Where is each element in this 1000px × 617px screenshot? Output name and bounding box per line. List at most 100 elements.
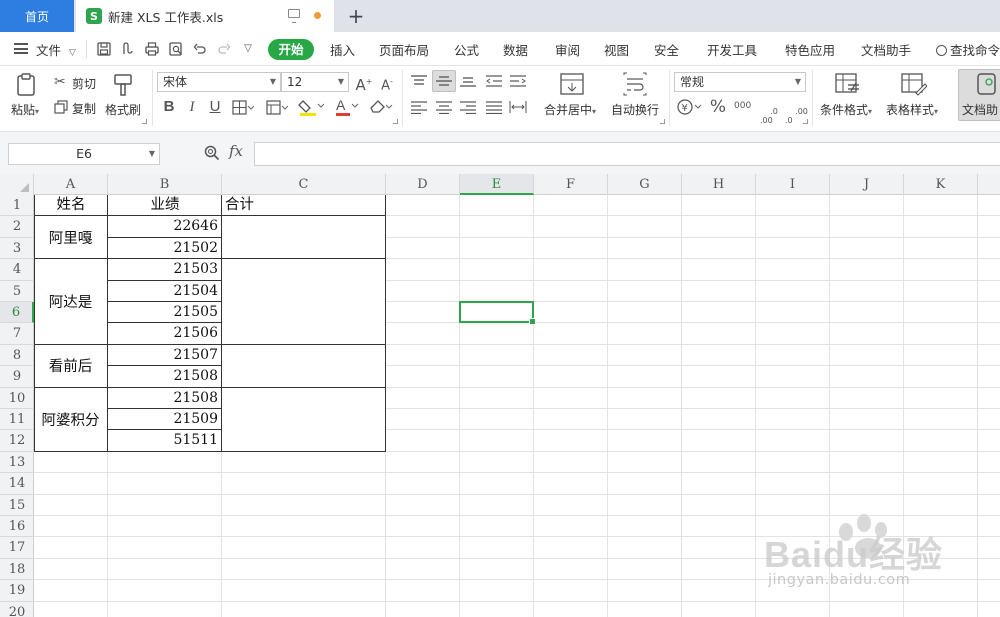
align-top-icon[interactable]	[410, 74, 428, 90]
align-bottom-icon[interactable]	[459, 74, 477, 90]
header-total-cell[interactable]: 合计	[225, 195, 389, 216]
search-command[interactable]: 查找命令	[936, 40, 1000, 59]
column-header-f[interactable]: F	[534, 174, 608, 195]
quick-access-dropdown-icon[interactable]: ▽	[241, 42, 255, 56]
active-cell-selection[interactable]	[459, 301, 536, 326]
row-header-16[interactable]: 16	[0, 516, 34, 538]
cut-button[interactable]: 剪切	[72, 75, 96, 92]
header-score-cell[interactable]: 业绩	[108, 195, 222, 216]
alignment-expand-icon[interactable]	[660, 119, 665, 124]
row-header-20[interactable]: 20	[0, 602, 34, 617]
header-name-cell[interactable]: 姓名	[34, 195, 108, 216]
hamburger-icon[interactable]	[14, 43, 28, 54]
wrap-text-button[interactable]: 自动换行	[611, 101, 659, 118]
font-size-select[interactable]: 12 ▼	[281, 72, 349, 92]
row-header-18[interactable]: 18	[0, 559, 34, 581]
align-right-icon[interactable]	[459, 100, 477, 116]
column-header-d[interactable]: D	[386, 174, 460, 195]
merged-name-cell[interactable]: 阿达是	[34, 259, 107, 344]
row-header-6[interactable]: 6	[0, 302, 34, 324]
row-header-11[interactable]: 11	[0, 409, 34, 431]
merged-total-cell[interactable]	[222, 216, 385, 259]
conditional-format-button[interactable]: 条件格式▾	[820, 101, 872, 118]
row-header-8[interactable]: 8	[0, 345, 34, 367]
export-icon[interactable]	[121, 42, 135, 56]
column-header-b[interactable]: B	[108, 174, 222, 195]
merge-center-icon[interactable]	[560, 72, 584, 98]
menu-view[interactable]: 视图	[604, 40, 629, 59]
currency-icon[interactable]: ¥	[677, 98, 703, 118]
undo-icon[interactable]	[193, 42, 207, 56]
merged-name-cell[interactable]: 看前后	[34, 344, 107, 387]
cell-style-icon[interactable]	[266, 100, 289, 117]
tab-home[interactable]: 首页	[0, 0, 74, 32]
insert-function-button[interactable]: fx	[229, 142, 243, 160]
score-cell[interactable]: 21505	[108, 302, 218, 323]
merged-total-cell[interactable]	[222, 344, 385, 387]
column-header-c[interactable]: C	[222, 174, 386, 195]
score-cell[interactable]: 21508	[108, 366, 218, 387]
column-header-e[interactable]: E	[460, 174, 534, 195]
menu-review[interactable]: 审阅	[555, 40, 580, 59]
format-painter-button[interactable]: 格式刷	[105, 101, 141, 118]
column-header-g[interactable]: G	[608, 174, 682, 195]
align-middle-icon[interactable]	[435, 74, 453, 90]
column-header-j[interactable]: J	[830, 174, 904, 195]
formula-input[interactable]	[254, 142, 1000, 166]
format-painter-icon[interactable]	[111, 72, 135, 98]
decrease-decimal-button[interactable]: .00 .0	[785, 98, 808, 134]
eraser-icon[interactable]	[367, 98, 393, 118]
column-header-i[interactable]: I	[756, 174, 830, 195]
merged-total-cell[interactable]	[222, 387, 385, 451]
row-header-2[interactable]: 2	[0, 216, 34, 238]
fill-color-icon[interactable]	[298, 97, 325, 119]
row-header-7[interactable]: 7	[0, 323, 34, 345]
copy-button[interactable]: 复制	[72, 100, 96, 117]
row-header-15[interactable]: 15	[0, 495, 34, 516]
menu-page-layout[interactable]: 页面布局	[379, 40, 429, 59]
align-left-icon[interactable]	[410, 100, 428, 116]
monitor-icon[interactable]	[288, 9, 300, 23]
font-name-select[interactable]: 宋体 ▼	[157, 72, 281, 92]
clipboard-expand-icon[interactable]	[142, 119, 147, 124]
align-center-icon[interactable]	[435, 100, 453, 116]
wrap-text-icon[interactable]	[622, 72, 648, 98]
merge-center-button[interactable]: 合并居中▾	[544, 101, 596, 118]
score-cell[interactable]: 51511	[108, 430, 218, 451]
save-icon[interactable]	[97, 42, 111, 56]
conditional-format-icon[interactable]	[835, 72, 861, 98]
menu-data[interactable]: 数据	[503, 40, 528, 59]
merged-total-cell[interactable]	[222, 259, 385, 344]
underline-button[interactable]: U	[206, 98, 224, 116]
copy-icon[interactable]	[54, 100, 68, 116]
row-header-3[interactable]: 3	[0, 238, 34, 260]
increase-decimal-button[interactable]: .0 .00	[760, 98, 778, 134]
score-cell[interactable]: 21504	[108, 281, 218, 302]
row-header-19[interactable]: 19	[0, 580, 34, 602]
menu-special[interactable]: 特色应用	[785, 40, 835, 59]
select-all-corner[interactable]	[0, 174, 34, 195]
row-header-17[interactable]: 17	[0, 537, 34, 559]
score-cell[interactable]: 21506	[108, 323, 218, 344]
menu-file[interactable]: 文件 ▽	[36, 40, 76, 59]
menu-insert[interactable]: 插入	[330, 40, 355, 59]
indent-increase-icon[interactable]	[509, 74, 527, 90]
thousands-separator-button[interactable]: 000	[734, 101, 751, 111]
menu-security[interactable]: 安全	[654, 40, 679, 59]
paste-button[interactable]: 粘贴▾	[11, 101, 39, 118]
row-header-14[interactable]: 14	[0, 473, 34, 495]
borders-icon[interactable]	[232, 100, 255, 117]
name-box[interactable]: E6 ▼	[8, 143, 160, 165]
print-preview-icon[interactable]	[169, 42, 183, 56]
menu-developer[interactable]: 开发工具	[707, 40, 757, 59]
row-header-13[interactable]: 13	[0, 452, 34, 474]
percent-button[interactable]: %	[709, 98, 727, 116]
number-expand-icon[interactable]	[803, 119, 808, 124]
row-header-9[interactable]: 9	[0, 366, 34, 388]
paste-icon[interactable]	[14, 72, 40, 98]
merged-name-cell[interactable]: 阿里嘎	[34, 216, 107, 259]
number-format-select[interactable]: 常规 ▼	[674, 72, 806, 92]
font-expand-icon[interactable]	[393, 119, 398, 124]
redo-icon[interactable]	[217, 42, 231, 56]
column-header-h[interactable]: H	[682, 174, 756, 195]
